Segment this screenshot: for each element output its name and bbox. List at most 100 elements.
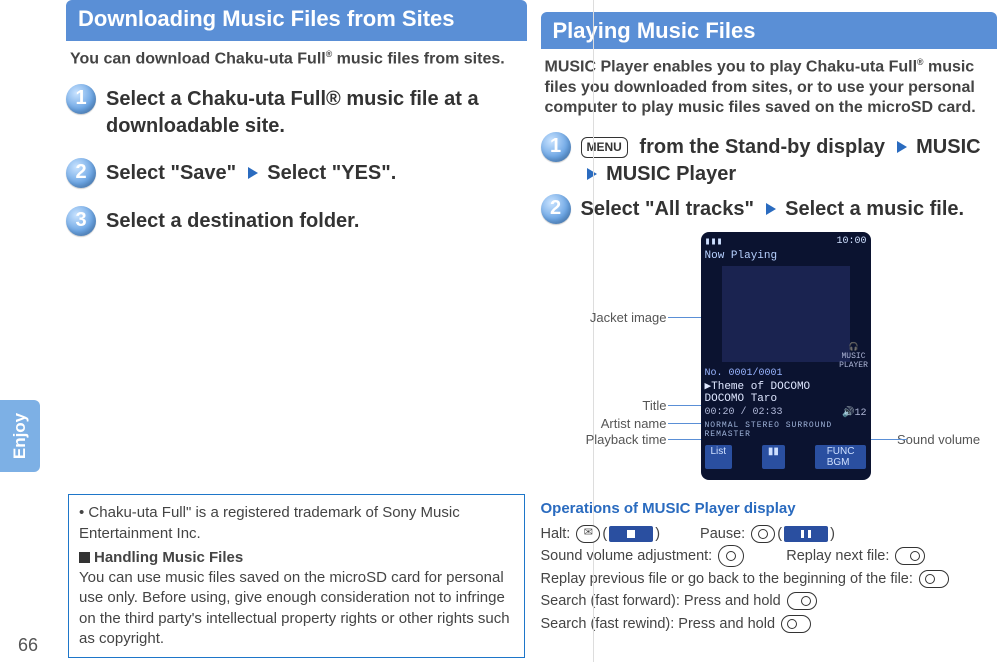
phone-elapsed: 00:20 [705,407,735,418]
right-intro: MUSIC Player enables you to play Chaku-u… [545,57,994,117]
page-number: 66 [18,635,38,656]
left-key-icon [781,615,811,633]
op-ff: Search (fast forward): Press and hold [541,590,998,612]
right-step-1: 1 MENU from the Stand-by display MUSIC M… [541,132,998,188]
mail-key-icon: ✉ [576,525,600,543]
ops-row-1: Halt: ✉() Pause: () [541,523,998,545]
ops-list: Halt: ✉() Pause: () Sound volume adjustm… [541,523,998,635]
right-key-icon [787,592,817,610]
phone-timeline: 00:20 / 02:33 🔊12 [705,407,867,419]
op-rw: Search (fast rewind): Press and hold [541,613,998,635]
menu-button-icon: MENU [581,137,628,158]
phone-sk-right-2: BGM [821,456,856,469]
op-prev: Replay previous file or go back to the b… [541,568,998,590]
ops-row-2: Sound volume adjustment: Replay next fil… [541,545,998,567]
op-rw-label: Search (fast rewind): Press and hold [541,616,776,632]
leader-line [871,439,907,440]
op-volume-label: Sound volume adjustment: [541,548,713,564]
step-number-2: 2 [66,158,96,188]
op-pause: Pause: () [700,523,835,545]
op-volume: Sound volume adjustment: [541,545,747,567]
info-body: You can use music files saved on the mic… [79,568,514,649]
phone-track-title: ▶Theme of DOCOMO [705,379,867,393]
info-box: • Chaku-uta Full" is a registered tradem… [68,494,525,658]
stop-softkey-icon [609,526,653,542]
phone-mockup: ▮▮▮ 10:00 Now Playing 🎧MUSIC PLAYER No. … [701,232,871,480]
op-ff-label: Search (fast forward): Press and hold [541,593,781,609]
step-number-3: 3 [66,206,96,236]
left-step-3-text: Select a destination folder. [106,206,359,235]
label-artist: Artist name [541,416,667,431]
center-key-icon [751,525,775,543]
phone-track-title-text: Theme of DOCOMO [711,381,810,393]
phone-jacket-image: 🎧MUSIC PLAYER [722,266,850,362]
phone-flags: NORMAL STEREO SURROUND REMASTER [705,421,867,439]
right-step-1c: MUSIC Player [606,163,736,185]
op-next-label: Replay next file: [786,548,889,564]
side-tab-label: Enjoy [10,413,30,459]
right-step-1a: from the Stand-by display [639,136,885,158]
op-halt-label: Halt: [541,526,571,542]
right-step-2: 2 Select "All tracks" Select a music fil… [541,194,998,224]
label-title: Title [541,398,667,413]
left-step-3: 3 Select a destination folder. [66,206,527,236]
phone-nowplaying: Now Playing [705,250,867,262]
left-step-1: 1 Select a Chaku-uta Full® music file at… [66,84,527,140]
left-section-title: Downloading Music Files from Sites [66,0,527,41]
phone-sk-left: List [705,445,733,469]
label-volume: Sound volume [897,432,997,447]
right-step-2b: Select a music file. [785,198,964,220]
info-subhead-row: Handling Music Files [79,548,514,568]
left-step-1-text: Select a Chaku-uta Full® music file at a… [106,84,527,140]
side-tab: Enjoy [0,400,40,472]
right-step-2-text: Select "All tracks" Select a music file. [581,194,965,223]
right-intro-a: MUSIC Player enables you to play Chaku-u… [545,59,918,76]
left-intro-b: music files from sites. [332,51,505,68]
signal-icon: ▮▮▮ [705,236,723,248]
right-step-1b: MUSIC [916,136,980,158]
phone-total: 02:33 [753,407,783,418]
step-number-1: 1 [66,84,96,114]
left-step-2b: Select "YES". [267,162,396,184]
right-section-title: Playing Music Files [541,12,998,49]
phone-volume: 🔊12 [842,407,866,419]
left-step-2: 2 Select "Save" Select "YES". [66,158,527,188]
phone-time: 00:20 / 02:33 [705,407,783,419]
left-intro-a: You can download Chaku-uta Full [70,51,326,68]
left-key-icon [919,570,949,588]
music-player-logo: 🎧MUSIC PLAYER [834,342,874,370]
op-prev-label: Replay previous file or go back to the b… [541,571,913,587]
arrow-icon [766,203,776,215]
right-step-2a: Select "All tracks" [581,198,755,220]
op-halt: Halt: ✉() [541,523,661,545]
music-player-logo-text: MUSIC PLAYER [839,352,868,370]
phone-artist: DOCOMO Taro [705,393,867,405]
phone-clock: 10:00 [836,236,866,248]
phone-statusbar: ▮▮▮ 10:00 [705,236,867,248]
ops-title: Operations of MUSIC Player display [541,500,998,517]
label-playback: Playback time [541,432,667,447]
arrow-icon [248,167,258,179]
pause-softkey-icon [784,526,828,542]
left-intro: You can download Chaku-uta Full® music f… [70,49,523,69]
phone-sk-mid: ▮▮ [762,445,785,469]
phone-volume-val: 12 [854,408,866,419]
left-step-2-text: Select "Save" Select "YES". [106,158,396,187]
phone-sk-right: FUNCBGM [815,445,867,469]
arrow-icon [587,168,597,180]
phone-screenshot-area: Jacket image Title Artist name Playback … [541,232,998,492]
info-bullet-text: Chaku-uta Full" is a registered trademar… [79,504,460,541]
arrow-icon [897,141,907,153]
op-pause-label: Pause: [700,526,745,542]
left-step-2a: Select "Save" [106,162,236,184]
op-next: Replay next file: [786,545,927,567]
step-number-2: 2 [541,194,571,224]
square-icon [79,552,90,563]
label-jacket: Jacket image [541,310,667,325]
right-key-icon [895,547,925,565]
phone-softkeys: List ▮▮ FUNCBGM [705,445,867,469]
info-bullet: • Chaku-uta Full" is a registered tradem… [79,503,514,544]
updown-key-icon [718,545,744,567]
step-number-1: 1 [541,132,571,162]
info-subhead: Handling Music Files [94,549,243,566]
